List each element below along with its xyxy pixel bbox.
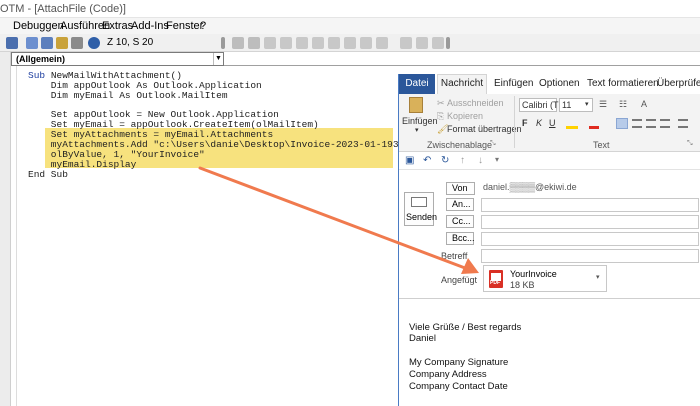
annotation-arrow xyxy=(198,166,479,274)
